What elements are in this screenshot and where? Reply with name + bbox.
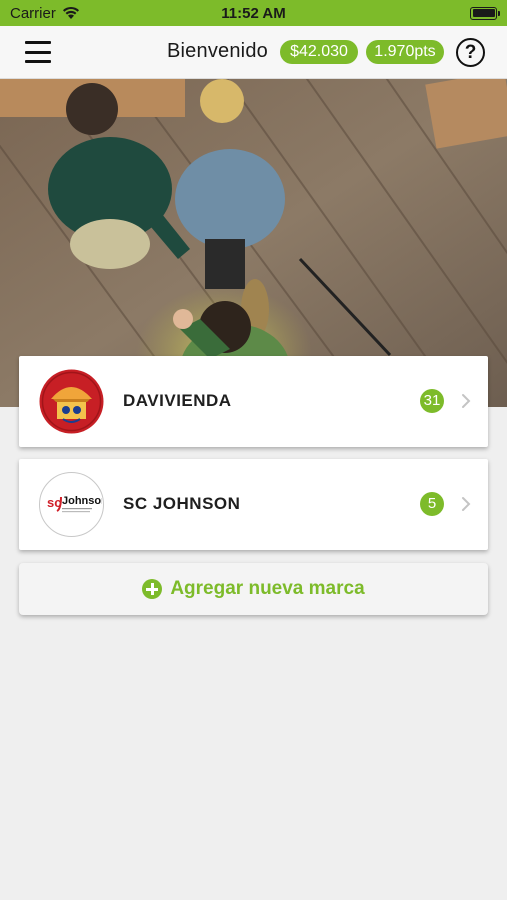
- chevron-right-icon: [462, 394, 471, 408]
- battery-level: [472, 9, 495, 17]
- brand-card-sc-johnson[interactable]: sc Johnson SC JOHNSON 5: [19, 459, 488, 550]
- brand-card-davivienda[interactable]: DAVIVIENDA 31: [19, 356, 488, 447]
- brand-name: DAVIVIENDA: [123, 391, 232, 410]
- brand-name: SC JOHNSON: [123, 494, 241, 513]
- hamburger-menu-icon[interactable]: [25, 41, 51, 63]
- davivienda-logo: [39, 369, 104, 434]
- points-badge: 1.970pts: [366, 40, 444, 64]
- add-brand-label: Agregar nueva marca: [170, 578, 365, 599]
- help-button[interactable]: ?: [456, 38, 485, 67]
- nav-header: Bienvenido $42.030 1.970pts ?: [0, 26, 507, 79]
- svg-text:Johnson: Johnson: [62, 495, 102, 507]
- wifi-icon: [62, 6, 79, 19]
- brand-count-badge: 31: [420, 389, 444, 413]
- add-brand-button[interactable]: Agregar nueva marca: [19, 563, 488, 615]
- brand-count-badge: 5: [420, 492, 444, 516]
- welcome-title: Bienvenido: [167, 40, 268, 62]
- sc-johnson-logo: sc Johnson: [39, 472, 104, 537]
- battery-icon: [470, 6, 500, 20]
- plus-circle-icon: [142, 579, 163, 599]
- balance-badge: $42.030: [280, 40, 358, 64]
- status-left: Carrier: [10, 5, 80, 22]
- status-bar: Carrier 11:52 AM: [0, 0, 507, 26]
- carrier-label: Carrier: [10, 4, 56, 22]
- chevron-right-icon: [462, 497, 471, 511]
